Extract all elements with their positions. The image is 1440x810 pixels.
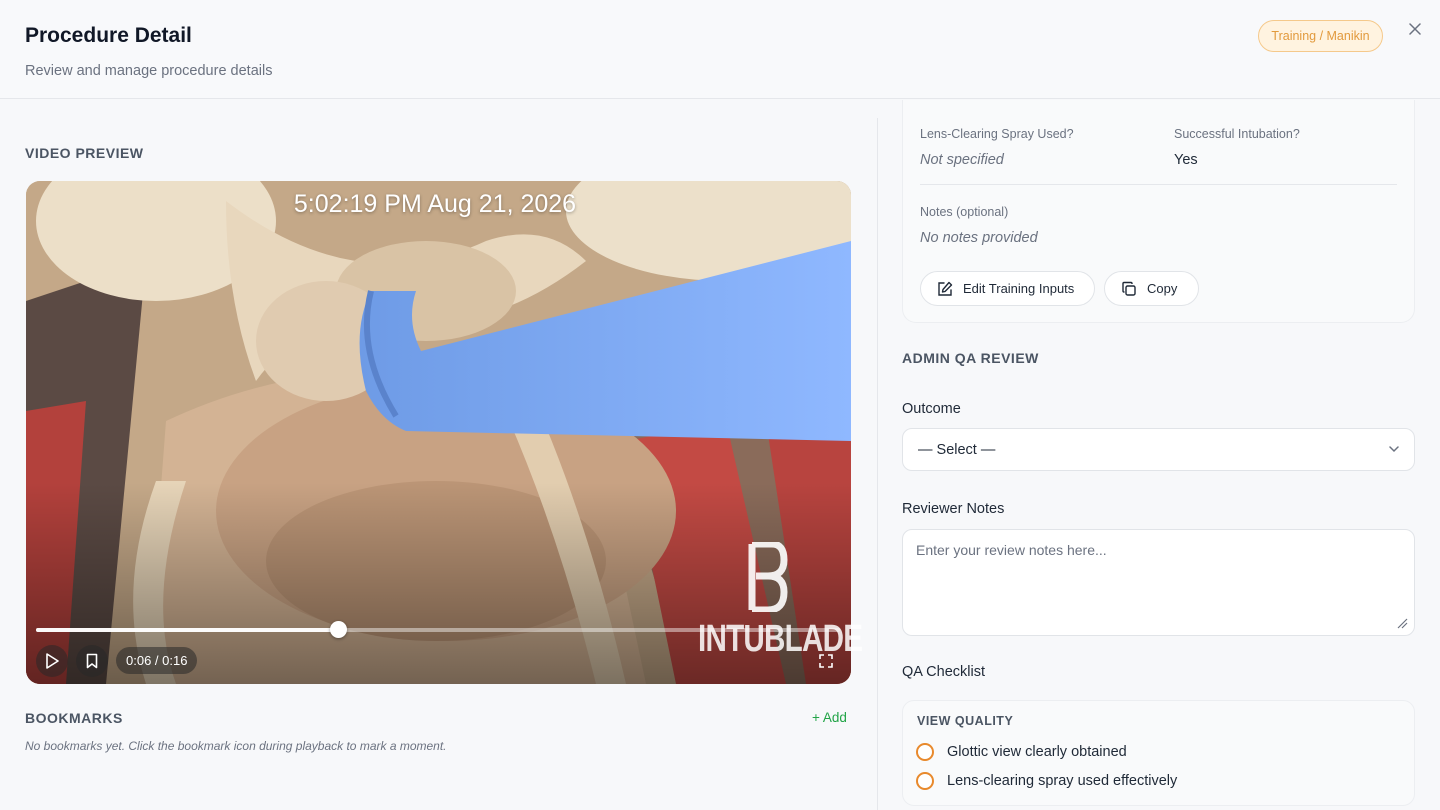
- page-subtitle: Review and manage procedure details: [25, 63, 273, 79]
- checklist-radio[interactable]: [916, 772, 934, 790]
- intubation-label: Successful Intubation?: [1174, 127, 1300, 141]
- bookmarks-empty-message: No bookmarks yet. Click the bookmark ico…: [25, 739, 447, 753]
- reviewer-notes-label: Reviewer Notes: [902, 501, 1005, 517]
- checklist-item-glottic-view[interactable]: Glottic view clearly obtained: [916, 742, 1127, 762]
- checklist-item-label: Glottic view clearly obtained: [947, 744, 1127, 760]
- copy-label: Copy: [1147, 281, 1178, 296]
- video-timestamp-overlay: 5:02:19 PM Aug 21, 2026: [293, 190, 577, 218]
- bookmark-button[interactable]: [76, 645, 108, 677]
- outcome-select[interactable]: — Select —: [902, 428, 1415, 471]
- qa-checklist-label: QA Checklist: [902, 664, 985, 680]
- lens-spray-value: Not specified: [920, 152, 1004, 168]
- video-preview-heading: VIDEO PREVIEW: [25, 145, 144, 161]
- checklist-radio[interactable]: [916, 743, 934, 761]
- view-quality-heading: VIEW QUALITY: [917, 714, 1014, 728]
- close-icon: [1409, 23, 1421, 35]
- video-progress-fill: [36, 628, 338, 632]
- notes-value: No notes provided: [920, 230, 1038, 246]
- fullscreen-button[interactable]: [812, 647, 840, 675]
- resize-handle-icon[interactable]: [1396, 617, 1408, 629]
- modal-header: Procedure Detail Review and manage proce…: [0, 0, 1440, 99]
- outcome-selected-value: — Select —: [918, 441, 996, 458]
- bookmarks-heading: BOOKMARKS: [25, 710, 123, 726]
- intubation-value: Yes: [1174, 152, 1198, 168]
- add-bookmark-button[interactable]: + Add: [812, 710, 847, 725]
- card-divider: [920, 184, 1397, 185]
- edit-icon: [938, 281, 953, 296]
- page-title: Procedure Detail: [25, 24, 192, 47]
- video-time-display: 0:06 / 0:16: [116, 647, 198, 674]
- copy-button[interactable]: Copy: [1104, 271, 1199, 306]
- edit-training-inputs-button[interactable]: Edit Training Inputs: [920, 271, 1095, 306]
- checklist-item-lens-spray[interactable]: Lens-clearing spray used effectively: [916, 771, 1177, 791]
- checklist-item-label: Lens-clearing spray used effectively: [947, 773, 1178, 789]
- bookmark-icon: [86, 653, 98, 669]
- column-divider: [877, 118, 878, 810]
- admin-qa-heading: ADMIN QA REVIEW: [902, 350, 1039, 366]
- outcome-label: Outcome: [902, 401, 961, 417]
- lens-spray-label: Lens-Clearing Spray Used?: [920, 127, 1074, 141]
- reviewer-notes-input[interactable]: [902, 529, 1415, 636]
- notes-label: Notes (optional): [920, 205, 1009, 219]
- play-icon: [46, 653, 59, 669]
- mode-badge: Training / Manikin: [1258, 20, 1383, 52]
- edit-training-inputs-label: Edit Training Inputs: [963, 281, 1075, 296]
- copy-icon: [1122, 281, 1136, 296]
- close-button[interactable]: [1404, 18, 1426, 40]
- play-button[interactable]: [36, 645, 68, 677]
- video-progress-handle[interactable]: [329, 621, 347, 638]
- fullscreen-icon: [819, 654, 833, 668]
- chevron-down-icon: [1389, 446, 1399, 453]
